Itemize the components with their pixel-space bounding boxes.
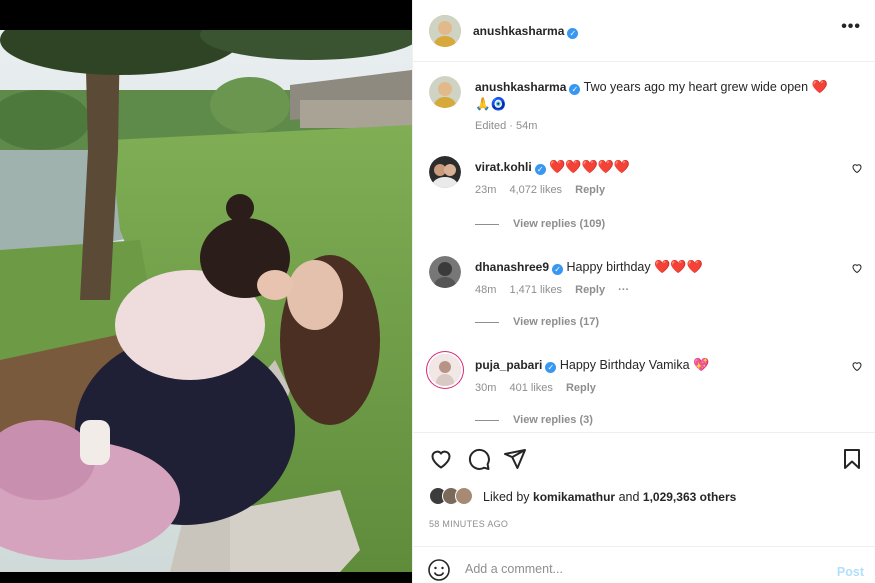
- heart-icon[interactable]: [851, 360, 863, 372]
- comment-avatar-dhanashree[interactable]: [429, 256, 461, 288]
- comment-input[interactable]: [465, 562, 795, 576]
- comment-username[interactable]: virat.kohli: [475, 160, 532, 174]
- instagram-post-view: anushkasharma ✓ ••• anushkasharma ✓ Two ye…: [0, 0, 875, 583]
- verified-icon: ✓: [552, 264, 564, 275]
- heart-icon[interactable]: [429, 447, 453, 471]
- comment-dhanashree: dhanashree9 ✓ Happy birthday ❤️❤️❤️ 48m 1…: [429, 256, 869, 296]
- header-username[interactable]: anushkasharma: [473, 24, 564, 38]
- comment-time: 30m: [475, 382, 497, 394]
- heart-icon[interactable]: [851, 262, 863, 274]
- comment-more-icon[interactable]: ···: [618, 284, 629, 296]
- liker-avatar: [455, 487, 473, 505]
- comment-emoji: 💖: [693, 357, 710, 372]
- add-comment-bar: Post: [413, 546, 875, 583]
- divider-dash: [475, 419, 499, 421]
- comment-time: 48m: [475, 284, 497, 296]
- liker-avatars[interactable]: [429, 487, 479, 507]
- verified-icon: ✓: [569, 84, 581, 95]
- post-side-panel: anushkasharma ✓ ••• anushkasharma ✓ Two ye…: [412, 0, 875, 583]
- comment-icon[interactable]: [467, 447, 491, 471]
- liked-by-user[interactable]: komikamathur: [533, 490, 615, 504]
- view-replies-label: View replies (109): [513, 218, 606, 230]
- comment-username[interactable]: puja_pabari: [475, 358, 542, 372]
- caption-emoji-heart: ❤️: [811, 79, 828, 94]
- author-avatar[interactable]: [429, 15, 461, 47]
- comment-likes[interactable]: 4,072 likes: [509, 184, 562, 196]
- post-header: anushkasharma ✓ •••: [413, 0, 875, 62]
- comment-time: 23m: [475, 184, 497, 196]
- likes-count[interactable]: 1,029,363 others: [643, 490, 736, 504]
- verified-icon: ✓: [567, 28, 579, 39]
- divider-dash: [475, 321, 499, 323]
- post-timestamp[interactable]: 58 MINUTES AGO: [429, 519, 508, 529]
- comment-text: Happy Birthday Vamika: [559, 358, 690, 372]
- comment-avatar-virat[interactable]: [429, 156, 461, 188]
- verified-icon: ✓: [534, 164, 546, 175]
- comment-likes[interactable]: 1,471 likes: [509, 284, 562, 296]
- comment-avatar-puja[interactable]: [429, 354, 461, 386]
- caption-text: Two years ago my heart grew wide open: [583, 80, 809, 94]
- photo-mother-daughter: [0, 30, 412, 572]
- verified-icon: ✓: [545, 362, 557, 373]
- bookmark-icon[interactable]: [840, 447, 864, 471]
- view-replies-puja[interactable]: View replies (3): [475, 414, 593, 426]
- post-comment-button[interactable]: Post: [837, 565, 864, 579]
- liked-by-and: and: [618, 490, 640, 504]
- comment-likes[interactable]: 401 likes: [509, 382, 552, 394]
- emoji-icon[interactable]: [427, 558, 451, 582]
- post-photo[interactable]: [0, 0, 412, 583]
- reply-button[interactable]: Reply: [575, 184, 605, 196]
- comment-emoji: ❤️❤️❤️: [654, 259, 703, 274]
- comment-virat: virat.kohli ✓ ❤️❤️❤️❤️❤️ 23m 4,072 likes …: [429, 156, 869, 196]
- caption-username[interactable]: anushkasharma: [475, 80, 566, 94]
- view-replies-label: View replies (3): [513, 414, 593, 426]
- view-replies-virat[interactable]: View replies (109): [475, 218, 605, 230]
- view-replies-label: View replies (17): [513, 316, 600, 328]
- comment-username[interactable]: dhanashree9: [475, 260, 549, 274]
- divider-dash: [475, 223, 499, 225]
- reply-button[interactable]: Reply: [566, 382, 596, 394]
- liked-by-prefix: Liked by: [483, 490, 530, 504]
- share-icon[interactable]: [503, 447, 527, 471]
- comment-puja: puja_pabari ✓ Happy Birthday Vamika 💖 30m…: [429, 354, 869, 394]
- view-replies-dhanashree[interactable]: View replies (17): [475, 316, 599, 328]
- heart-icon[interactable]: [851, 162, 863, 174]
- reply-button[interactable]: Reply: [575, 284, 605, 296]
- caption-emoji-pray: 🙏🧿: [475, 97, 507, 111]
- more-icon[interactable]: •••: [841, 19, 861, 35]
- comment-text: Happy birthday: [566, 260, 651, 274]
- action-bar: [413, 432, 875, 484]
- caption: anushkasharma ✓ Two years ago my heart gr…: [429, 76, 869, 136]
- caption-avatar[interactable]: [429, 76, 461, 108]
- comment-text: ❤️❤️❤️❤️❤️: [549, 159, 631, 174]
- edited-label: Edited · 54m: [475, 120, 538, 132]
